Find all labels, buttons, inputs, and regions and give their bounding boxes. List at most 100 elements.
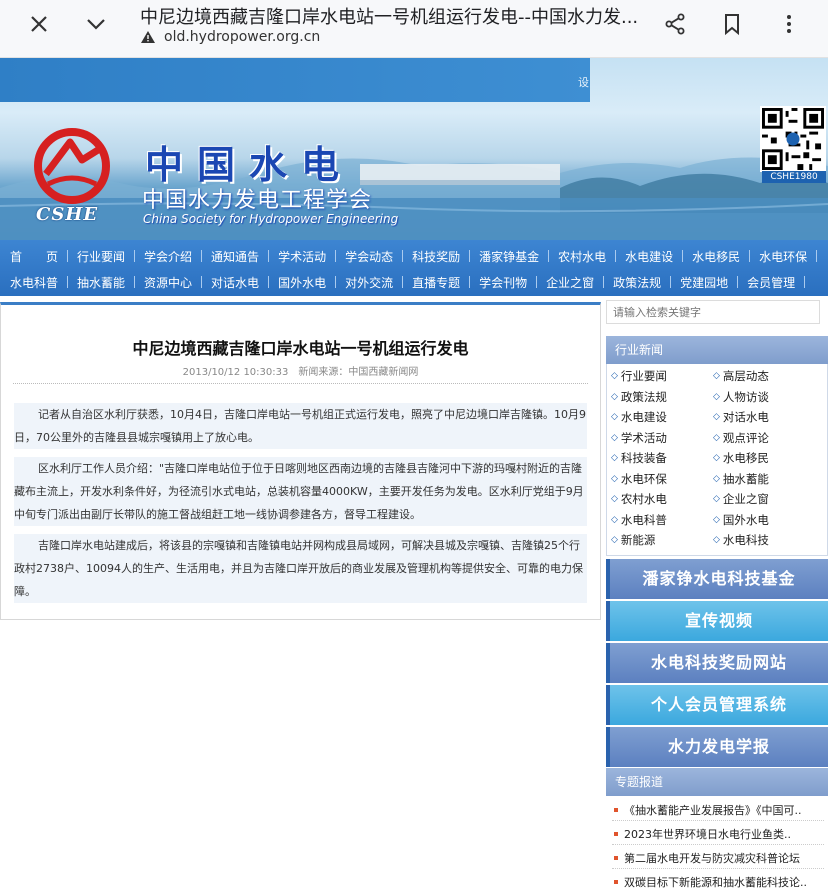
news-category-label: 政策法规 [620,389,667,404]
promo-button-2[interactable]: 水电科技奖励网站 [606,643,828,683]
bullet-square-icon [614,832,618,836]
search-input[interactable] [607,301,819,324]
news-category-label: 水电环保 [620,471,667,486]
topic-label: 《抽水蓄能产业发展报告》《中国可.. [624,804,802,817]
topic-link[interactable]: 双碳目标下新能源和抽水蓄能科技论.. [614,874,824,890]
article-paragraph-1: 记者从自治区水利厅获悉，10月4日，吉隆口岸电站一号机组正式运行发电，照亮了中尼… [14,403,587,449]
topic-divider [612,844,824,845]
news-category-label: 水电科普 [620,512,667,527]
news-category-link[interactable]: ◇ 国外水电 [713,512,769,528]
nav-item-row1-0[interactable]: 首 页 [10,248,58,265]
nav-item-row1-1[interactable]: 行业要闻 [77,248,125,265]
bullet-icon: ◇ [611,391,618,402]
nav-item-row2-4[interactable]: 国外水电 [278,274,326,291]
bullet-icon: ◇ [713,432,720,443]
nav-item-row2-5[interactable]: 对外交流 [345,274,393,291]
news-category-link[interactable]: ◇ 水电环保 [611,471,667,487]
news-category-link[interactable]: ◇ 水电移民 [713,450,769,466]
more-menu-button[interactable] [765,0,813,48]
article-title: 中尼边境西藏吉隆口岸水电站一号机组运行发电 [132,339,469,358]
nav-item-row1-4[interactable]: 学术活动 [278,248,326,265]
more-vert-icon [787,15,791,33]
nav-item-row2-1[interactable]: 抽水蓄能 [77,274,125,291]
industry-news-header: 行业新闻 [606,336,828,364]
nav-item-row1-5[interactable]: 学会动态 [345,248,393,265]
nav-separator [67,276,69,288]
url-display[interactable]: old.hydropower.org.cn [140,29,320,45]
nav-separator [469,250,471,262]
news-category-label: 观点评论 [722,430,769,445]
bullet-icon: ◇ [611,371,618,381]
news-category-link[interactable]: ◇ 企业之窗 [713,491,769,507]
nav-item-row2-7[interactable]: 学会刊物 [479,274,527,291]
expand-toolbar-button[interactable] [72,0,120,48]
nav-item-row2-2[interactable]: 资源中心 [144,274,192,291]
news-category-link[interactable]: ◇ 高层动态 [713,368,769,384]
close-tab-button[interactable] [15,0,63,48]
bullet-icon: ◇ [611,473,618,484]
promo-button-3[interactable]: 个人会员管理系统 [606,685,828,725]
nav-item-row2-6[interactable]: 直播专题 [412,274,460,291]
share-button[interactable] [651,0,699,48]
topic-link[interactable]: 《抽水蓄能产业发展报告》《中国可.. [614,802,824,818]
nav-separator [469,276,471,288]
nav-item-row2-3[interactable]: 对话水电 [211,274,259,291]
news-category-link[interactable]: ◇ 新能源 [611,532,655,548]
promo-button-4[interactable]: 水力发电学报 [606,727,828,767]
article-paragraph-2: 区水利厅工作人员介绍："吉隆口岸电站位于位于日喀则地区西南边境的吉隆县吉隆河中下… [14,457,587,526]
nav-item-row1-7[interactable]: 潘家铮基金 [479,248,539,265]
topics-header: 专题报道 [606,768,828,796]
share-icon [665,13,685,35]
nav-item-row1-6[interactable]: 科技奖励 [412,248,460,265]
topic-divider [612,820,824,821]
nav-item-row1-8[interactable]: 农村水电 [558,248,606,265]
topic-link[interactable]: 2023年世界环境日水电行业鱼类.. [614,826,824,842]
bullet-square-icon [614,856,618,860]
nav-item-row2-10[interactable]: 党建园地 [680,274,728,291]
bullet-square-icon [614,880,618,884]
bookmark-icon [725,14,739,36]
news-category-label: 水电建设 [620,410,667,424]
nav-item-row1-9[interactable]: 水电建设 [625,248,673,265]
news-category-link[interactable]: ◇ 抽水蓄能 [713,471,769,487]
nav-item-row2-9[interactable]: 政策法规 [613,274,661,291]
nav-item-row2-0[interactable]: 水电科普 [10,274,58,291]
news-category-link[interactable]: ◇ 政策法规 [611,389,667,405]
news-category-link[interactable]: ◇ 水电科技 [713,532,769,548]
nav-item-row2-11[interactable]: 会员管理 [747,274,795,291]
news-category-link[interactable]: ◇ 水电科普 [611,512,667,528]
banner-strip-text: 设 [578,76,589,89]
nav-item-row1-2[interactable]: 学会介绍 [144,248,192,265]
nav-separator [615,250,617,262]
bookmark-button[interactable] [708,0,756,48]
promo-button-0[interactable]: 潘家铮水电科技基金 [606,559,828,599]
topic-link[interactable]: 第二届水电开发与防灾减灾科普论坛 [614,850,824,866]
nav-separator [737,276,739,288]
nav-separator [67,250,69,262]
nav-separator [682,250,684,262]
nav-separator [201,276,203,288]
nav-separator [335,250,337,262]
news-category-link[interactable]: ◇ 农村水电 [611,491,667,507]
news-category-link[interactable]: ◇ 观点评论 [713,430,769,446]
banner-title: 中国水电 [145,142,354,187]
nav-separator [335,276,337,288]
nav-item-row1-3[interactable]: 通知通告 [211,248,259,265]
news-category-label: 新能源 [620,533,656,547]
nav-row-2: 水电科普 抽水蓄能 资源中心 对话水电 国外水电 对外交流 直播专题 学会刊物 企业之窗 政策法规… [0,268,828,296]
news-category-link[interactable]: ◇ 对话水电 [713,409,769,425]
news-category-link[interactable]: ◇ 科技装备 [611,450,667,466]
bullet-square-icon [614,808,618,812]
topic-label: 2023年世界环境日水电行业鱼类.. [624,828,791,841]
bullet-icon: ◇ [611,514,618,525]
search-box [606,300,820,324]
nav-item-row1-10[interactable]: 水电移民 [692,248,740,265]
nav-item-row2-8[interactable]: 企业之窗 [546,274,594,291]
news-category-link[interactable]: ◇ 人物访谈 [713,389,769,405]
news-category-link[interactable]: ◇ 学术活动 [611,430,667,446]
news-category-link[interactable]: ◇ 行业要闻 [611,368,667,384]
nav-item-row1-11[interactable]: 水电环保 [759,248,807,265]
news-category-link[interactable]: ◇ 水电建设 [611,409,667,425]
promo-button-1[interactable]: 宣传视频 [606,601,828,641]
topics-list: 《抽水蓄能产业发展报告》《中国可.. 2023年世界环境日水电行业鱼类.. 第二届水… [606,796,828,890]
